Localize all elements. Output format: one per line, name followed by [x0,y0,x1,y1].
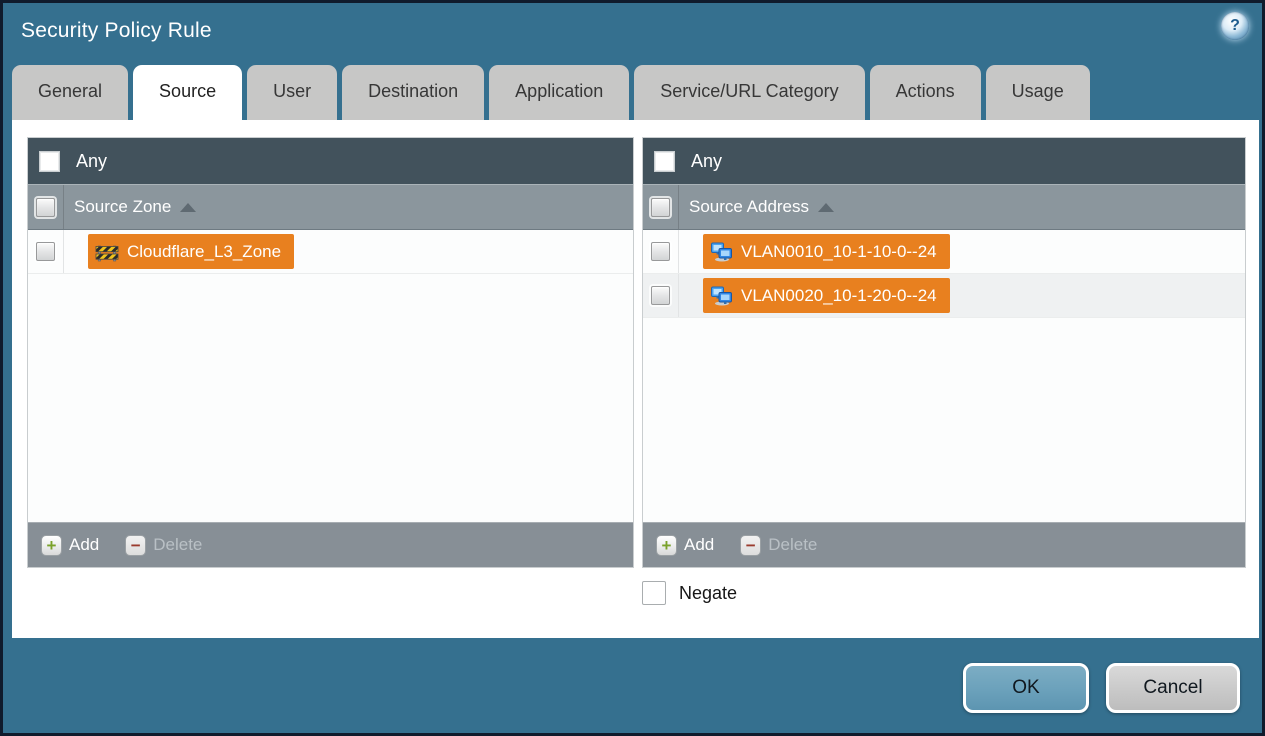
tab-content-source: Any Source Zone Cloudflare_L3_Zone + Add… [12,120,1259,638]
source-zone-panel: Any Source Zone Cloudflare_L3_Zone + Add… [27,137,634,568]
sort-asc-icon [818,202,835,212]
help-glyph: ? [1230,17,1240,34]
delete-icon: − [740,534,762,556]
table-row[interactable]: Cloudflare_L3_Zone [28,230,633,274]
tab-actions[interactable]: Actions [869,65,981,120]
dialog-title: Security Policy Rule [21,19,212,42]
address-icon [711,242,732,261]
source-zone-any-label: Any [76,150,108,171]
source-zone-column-title: Source Zone [74,197,172,216]
delete-icon: − [125,534,147,556]
delete-button[interactable]: − Delete [740,534,818,556]
zone-icon [95,245,119,261]
source-address-footer: + Add − Delete [643,522,1245,567]
row-checkbox-cell [643,274,679,317]
source-address-select-all-checkbox[interactable] [651,197,670,217]
add-button[interactable]: + Add [656,534,715,556]
source-address-column-title: Source Address [689,197,810,216]
zone-chip[interactable]: Cloudflare_L3_Zone [88,234,295,269]
row-checkbox[interactable] [651,242,670,261]
source-zone-list: Cloudflare_L3_Zone [28,230,633,522]
table-row[interactable]: VLAN0010_10-1-10-0--24 [643,230,1245,274]
ok-button[interactable]: OK [963,663,1089,713]
address-chip[interactable]: VLAN0010_10-1-10-0--24 [703,234,950,269]
negate-checkbox[interactable] [642,581,666,605]
address-chip[interactable]: VLAN0020_10-1-20-0--24 [703,278,950,313]
tab-service-url-category[interactable]: Service/URL Category [634,65,865,120]
row-checkbox[interactable] [36,242,55,261]
source-zone-any-row: Any [28,138,633,184]
negate-row: Negate [642,580,737,606]
row-checkbox-cell [643,230,679,273]
tab-application[interactable]: Application [489,65,630,120]
select-all-cell [28,185,64,229]
security-policy-rule-dialog: Security Policy Rule ? General Source Us… [0,0,1265,736]
delete-label: Delete [153,535,203,554]
row-checkbox[interactable] [651,286,670,305]
source-address-any-checkbox[interactable] [654,150,675,172]
select-all-cell [643,185,679,229]
tab-usage[interactable]: Usage [985,65,1090,120]
tab-destination[interactable]: Destination [342,65,485,120]
delete-label: Delete [768,535,818,554]
address-chip-label: VLAN0020_10-1-20-0--24 [741,285,937,305]
source-address-panel: Any Source Address VLAN0010_10-1-10-0--2… [642,137,1246,568]
sort-asc-icon [180,202,197,212]
source-zone-select-all-checkbox[interactable] [36,197,55,217]
tab-source[interactable]: Source [133,65,243,120]
tab-general[interactable]: General [12,65,129,120]
cancel-button[interactable]: Cancel [1106,663,1240,713]
source-address-column-header[interactable]: Source Address [643,184,1245,230]
title-bar: Security Policy Rule ? [3,3,1262,65]
source-zone-column-header[interactable]: Source Zone [28,184,633,230]
add-label: Add [684,535,715,554]
source-zone-any-checkbox[interactable] [39,150,60,172]
zone-chip-label: Cloudflare_L3_Zone [127,241,282,261]
help-icon[interactable]: ? [1221,12,1249,40]
add-button[interactable]: + Add [41,534,100,556]
add-label: Add [69,535,100,554]
add-icon: + [41,534,62,556]
row-checkbox-cell [28,230,64,273]
add-icon: + [656,534,677,556]
tab-user[interactable]: User [247,65,338,120]
address-icon [711,286,732,305]
source-address-any-row: Any [643,138,1245,184]
table-row[interactable]: VLAN0020_10-1-20-0--24 [643,274,1245,318]
source-address-any-label: Any [691,150,723,171]
source-address-list: VLAN0010_10-1-10-0--24 VLAN0020_10-1-20-… [643,230,1245,522]
tab-bar: General Source User Destination Applicat… [12,65,1253,120]
address-chip-label: VLAN0010_10-1-10-0--24 [741,241,937,261]
negate-label: Negate [679,582,738,603]
delete-button[interactable]: − Delete [125,534,203,556]
source-zone-footer: + Add − Delete [28,522,633,567]
